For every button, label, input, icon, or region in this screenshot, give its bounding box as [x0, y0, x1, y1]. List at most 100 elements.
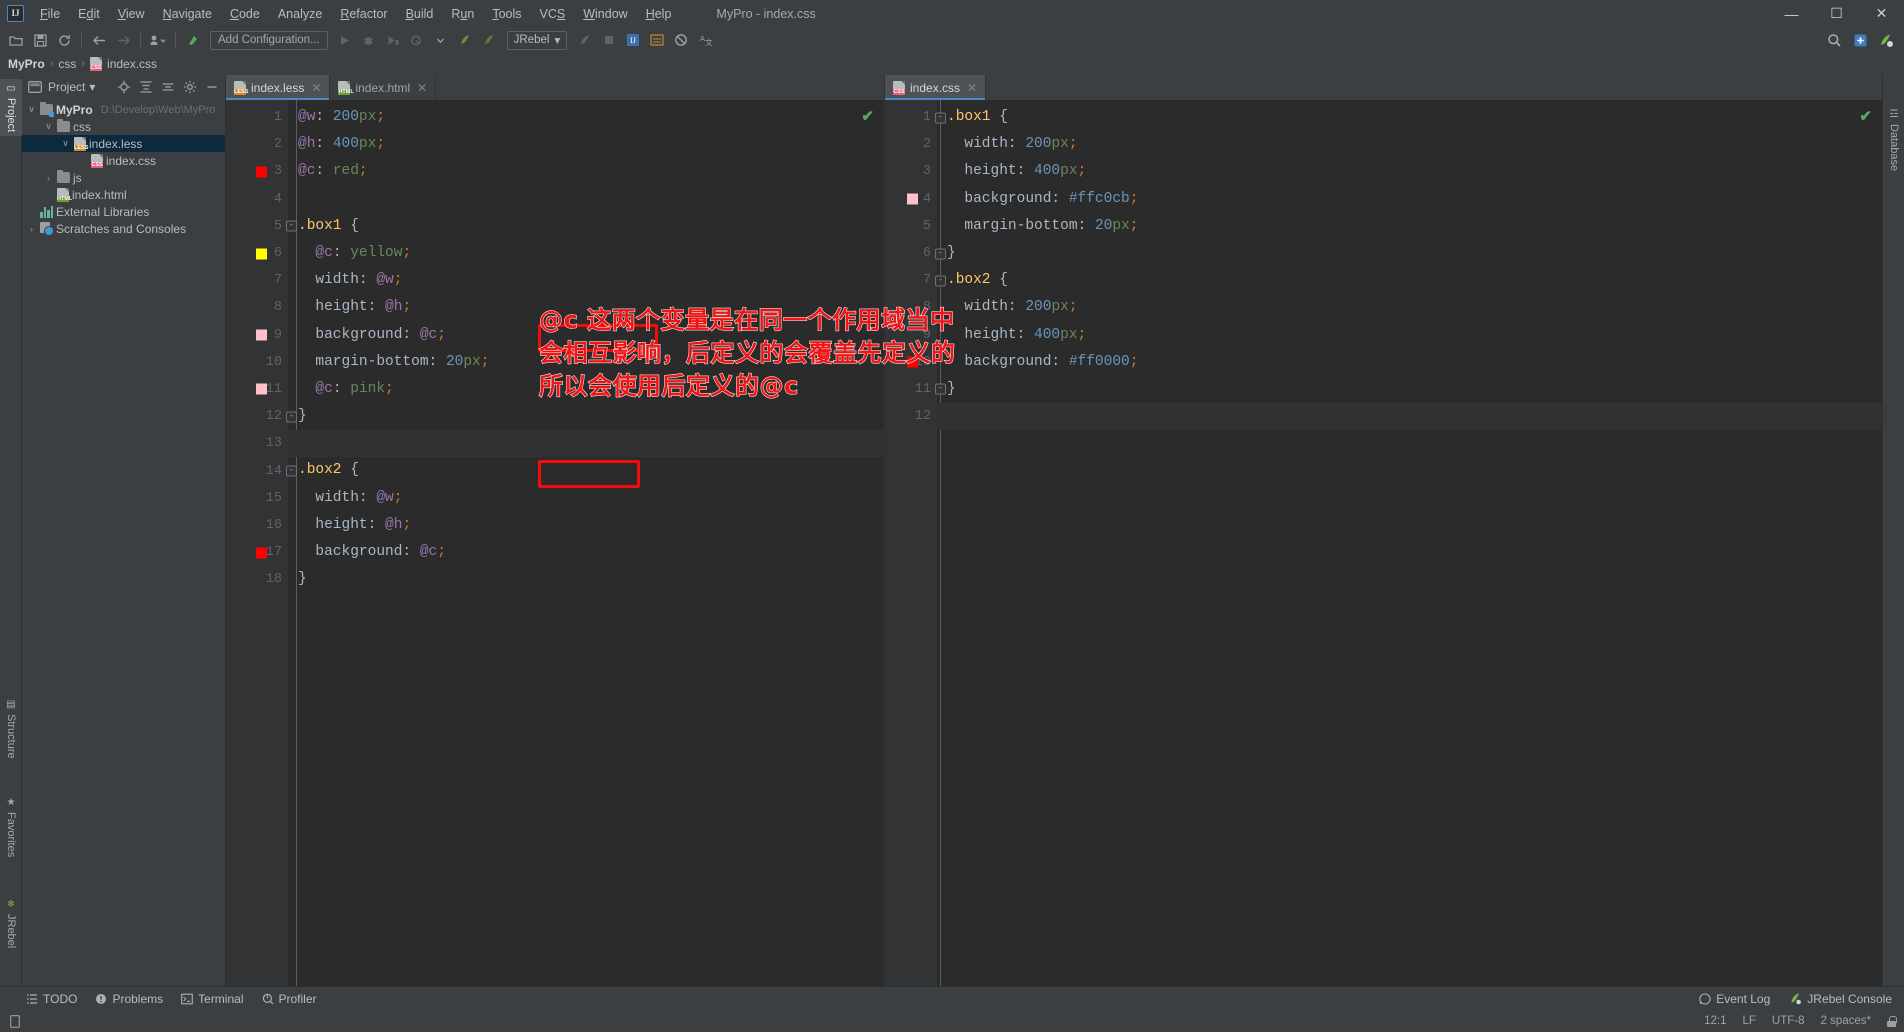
editor-tab-index-less[interactable]: LESS index.less ✕ — [226, 75, 331, 100]
gutter-line[interactable]: 4 — [226, 186, 288, 213]
tree-node[interactable]: ∨ LESS index.less — [22, 135, 225, 152]
menu-run[interactable]: Run — [442, 3, 483, 25]
code-line[interactable]: .box1 { — [937, 104, 1882, 131]
menu-analyze[interactable]: Analyze — [269, 3, 331, 25]
fold-toggle-icon[interactable]: - — [286, 411, 297, 423]
color-swatch-gutter-icon[interactable] — [256, 166, 267, 178]
breadcrumb-item-folder[interactable]: css — [58, 57, 76, 71]
color-swatch-gutter-icon[interactable] — [907, 193, 918, 205]
menu-vcs[interactable]: VCS — [531, 3, 575, 25]
color-swatch-gutter-icon[interactable] — [256, 248, 267, 260]
run-configuration-selector[interactable]: Add Configuration... — [210, 30, 328, 50]
chevron-down-icon[interactable]: ▾ — [89, 80, 95, 94]
profile-dropdown-icon[interactable] — [146, 29, 170, 51]
caret-position[interactable]: 12:1 — [1704, 1015, 1726, 1027]
hide-panel-icon[interactable] — [203, 78, 221, 96]
code-line[interactable]: height: 400px; — [937, 322, 1882, 349]
gutter-line[interactable]: 7- — [885, 267, 946, 294]
code-text-left[interactable]: @w: 200px; @h: 400px; @c: red; .box1 { @c:… — [288, 100, 884, 986]
code-line[interactable]: } — [937, 240, 1882, 267]
gutter-line[interactable]: 1 — [226, 104, 288, 131]
gutter-line[interactable]: 15 — [226, 485, 288, 512]
sidebar-item-structure[interactable]: ▤ Structure — [0, 695, 22, 763]
disable-icon[interactable] — [669, 29, 693, 51]
breadcrumb-item-project[interactable]: MyPro — [8, 57, 45, 71]
code-line[interactable]: width: 200px; — [937, 131, 1882, 158]
menu-navigate[interactable]: Navigate — [154, 3, 221, 25]
gutter-line[interactable]: 12- — [226, 403, 297, 430]
jrebel-selector[interactable]: JRebel ▾ — [506, 30, 568, 50]
collapse-all-icon[interactable] — [159, 78, 177, 96]
close-tab-icon[interactable]: ✕ — [311, 81, 321, 95]
sidebar-item-jrebel[interactable]: ❄ JRebel — [0, 895, 22, 952]
code-line[interactable]: @c: red; — [288, 158, 884, 185]
bottom-item-terminal[interactable]: Terminal — [181, 992, 244, 1006]
update-icon[interactable] — [181, 29, 205, 51]
add-plugin-icon[interactable] — [1848, 29, 1872, 51]
tree-node[interactable]: ∨ css — [22, 118, 225, 135]
gutter-line[interactable]: 16 — [226, 512, 288, 539]
gutter-line[interactable]: 5 — [885, 213, 937, 240]
gear-icon[interactable] — [181, 78, 199, 96]
chevron-down-icon[interactable] — [429, 29, 453, 51]
bottom-item-jrebel-console[interactable]: JRebel Console — [1788, 992, 1892, 1006]
code-area-right[interactable]: 1-2 3 4 5 6-7-8 9 10 11-12 .box1 { width: 200px… — [885, 100, 1882, 986]
close-button[interactable]: ✕ — [1859, 0, 1904, 27]
code-line[interactable] — [288, 430, 884, 458]
save-icon[interactable] — [28, 29, 52, 51]
fold-toggle-icon[interactable]: - — [935, 248, 946, 260]
code-line[interactable]: width: 200px; — [937, 294, 1882, 321]
jrebel-debug-icon[interactable] — [477, 29, 501, 51]
tree-node[interactable]: External Libraries — [22, 203, 225, 220]
file-encoding[interactable]: UTF-8 — [1772, 1015, 1805, 1027]
gutter-line[interactable]: 3 — [885, 158, 937, 185]
code-line[interactable]: @h: 400px; — [288, 131, 884, 158]
project-panel-title-group[interactable]: Project ▾ — [26, 78, 95, 96]
editor-tabbar-right[interactable]: CSS index.css ✕ — [885, 75, 1882, 100]
editor-tab-index-html[interactable]: HTML index.html ✕ — [330, 75, 437, 100]
gutter-line[interactable]: 2 — [885, 131, 937, 158]
gutter-line[interactable]: 6- — [885, 240, 946, 267]
gutter-line[interactable]: 17 — [226, 539, 288, 566]
maximize-button[interactable]: ☐ — [1814, 0, 1859, 27]
tree-expand-arrow-icon[interactable]: ∨ — [60, 138, 71, 149]
code-line[interactable]: @w: 200px; — [288, 104, 884, 131]
bottom-item-todo[interactable]: TODO — [26, 992, 77, 1006]
gutter-line[interactable]: 7 — [226, 267, 288, 294]
expand-all-icon[interactable] — [137, 78, 155, 96]
gutter-line[interactable]: 11 — [226, 376, 288, 403]
close-tab-icon[interactable]: ✕ — [967, 81, 977, 95]
breadcrumb-item-file[interactable]: index.css — [107, 57, 157, 71]
code-line[interactable]: .box2 { — [937, 267, 1882, 294]
lock-icon[interactable] — [1887, 1015, 1897, 1027]
gutter-line[interactable]: 8 — [226, 294, 288, 321]
menu-refactor[interactable]: Refactor — [331, 3, 396, 25]
sidebar-item-database[interactable]: ☲ Database — [1883, 105, 1904, 175]
code-line[interactable]: .box1 { — [288, 213, 884, 240]
menu-tools[interactable]: Tools — [483, 3, 530, 25]
color-swatch-gutter-icon[interactable] — [256, 383, 267, 395]
menu-help[interactable]: Help — [637, 3, 681, 25]
code-line[interactable]: } — [937, 376, 1882, 403]
gutter-line[interactable]: 14- — [226, 457, 297, 484]
indent-setting[interactable]: 2 spaces* — [1820, 1015, 1871, 1027]
code-line[interactable] — [937, 403, 1882, 431]
gutter-line[interactable]: 9 — [226, 322, 288, 349]
menu-build[interactable]: Build — [397, 3, 443, 25]
fold-toggle-icon[interactable]: - — [935, 275, 946, 287]
menu-file[interactable]: File — [31, 3, 69, 25]
gutter-line[interactable]: 6 — [226, 240, 288, 267]
ij-badge-icon[interactable]: IJ — [621, 29, 645, 51]
code-line[interactable]: height: 400px; — [937, 158, 1882, 185]
menu-view[interactable]: View — [109, 3, 154, 25]
jrebel-run-icon[interactable] — [453, 29, 477, 51]
menu-window[interactable]: Window — [574, 3, 636, 25]
code-line[interactable]: width: @w; — [288, 485, 884, 512]
code-line[interactable]: .box2 { — [288, 457, 884, 484]
minimize-button[interactable]: — — [1769, 0, 1814, 27]
gutter-left[interactable]: 1 2 3 4 5-6 7 8 9 10 11 12-13 14-15 16 17 18 — [226, 100, 297, 986]
fold-toggle-icon[interactable]: - — [286, 465, 297, 477]
gutter-line[interactable]: 10 — [226, 349, 288, 376]
line-separator[interactable]: LF — [1742, 1015, 1755, 1027]
gutter-line[interactable]: 18 — [226, 566, 288, 593]
